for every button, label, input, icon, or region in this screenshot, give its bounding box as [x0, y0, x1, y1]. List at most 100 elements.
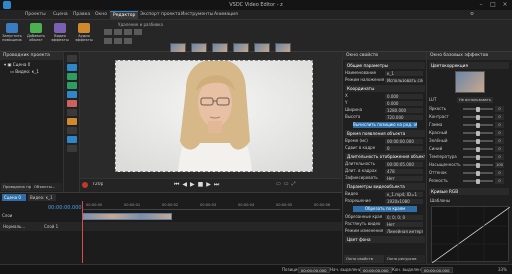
- zoom-icon[interactable]: [124, 38, 132, 44]
- mask-tool-icon[interactable]: [67, 127, 77, 134]
- video-frame[interactable]: [115, 60, 313, 172]
- section-duration[interactable]: Длительность отображения объекта: [345, 153, 425, 160]
- tab-resources-window[interactable]: Окно ресурсов: [385, 255, 425, 263]
- section-background[interactable]: Цвет фона: [345, 236, 425, 243]
- crop-icon[interactable]: [124, 29, 132, 35]
- prop-resize-mode-value[interactable]: Линейная интерполяция: [385, 228, 423, 234]
- minimize-icon[interactable]: –: [476, 1, 486, 9]
- blend-mode[interactable]: Нормаль...: [3, 224, 25, 229]
- video-tool-icon[interactable]: [67, 91, 77, 98]
- view-icons[interactable]: ▭▭⤢: [276, 181, 298, 187]
- subtitle-tool-icon[interactable]: [67, 136, 77, 143]
- layer-row[interactable]: Нормаль... Слой 1: [0, 222, 342, 231]
- tab-scene[interactable]: Сцена: [50, 11, 71, 19]
- video-effects-button[interactable]: Видео эффекты: [50, 23, 70, 43]
- tab-project-explorer[interactable]: Проводник пр...: [1, 183, 31, 191]
- prop-blend-value[interactable]: Использовать сло: [385, 77, 423, 83]
- prop-duration-frames-value[interactable]: 478: [385, 168, 423, 174]
- hue-slider[interactable]: [476, 170, 480, 176]
- audio-tool-icon[interactable]: [67, 100, 77, 107]
- temperature-value[interactable]: 0: [495, 154, 504, 160]
- section-video[interactable]: Параметры видеообъекта: [345, 183, 425, 190]
- effects-tool-icon[interactable]: [67, 145, 77, 152]
- image-tool-icon[interactable]: [67, 82, 77, 89]
- close-icon[interactable]: ×: [500, 1, 510, 9]
- tree-item-scene[interactable]: ▾ ▣ Сцена 0: [4, 62, 30, 67]
- prop-x-value[interactable]: 0.000: [385, 93, 423, 99]
- sharpness-value[interactable]: 0: [495, 178, 504, 184]
- maximize-icon[interactable]: □: [488, 1, 498, 9]
- prop-lock-value[interactable]: Нет: [385, 175, 423, 181]
- prop-duration-value[interactable]: 00:00:05.000: [385, 161, 423, 167]
- saturation-value[interactable]: 100: [495, 162, 504, 168]
- tab-objects[interactable]: Объекты...: [32, 183, 62, 191]
- prop-cropped-value[interactable]: 0; 0; 0; 0: [385, 214, 423, 220]
- section-color-correction[interactable]: Цветокоррекция: [429, 62, 509, 69]
- tree-item-video[interactable]: ▭ Видео: к_1: [10, 69, 39, 74]
- speed-icon[interactable]: [114, 38, 122, 44]
- prop-resolution-value[interactable]: 1920x1080: [385, 198, 423, 204]
- scissors-icon[interactable]: [104, 29, 112, 35]
- audio-effects-button[interactable]: Аудио эффекты: [74, 23, 94, 43]
- playhead[interactable]: [82, 201, 83, 263]
- split-icon[interactable]: [114, 29, 122, 35]
- shape-tool-icon[interactable]: [67, 73, 77, 80]
- rgb-curve-editor[interactable]: [431, 206, 511, 264]
- video-clip-strip[interactable]: [82, 213, 172, 220]
- section-general[interactable]: Общие параметры: [345, 62, 425, 69]
- wizard-button[interactable]: Запустить помощник: [2, 23, 22, 43]
- prop-frame-shift-value[interactable]: 0: [385, 145, 423, 151]
- tab-window[interactable]: Окно: [92, 11, 110, 19]
- pointer-tool-icon[interactable]: [67, 55, 77, 62]
- section-coords[interactable]: Координаты: [345, 85, 425, 92]
- text-tool-icon[interactable]: [67, 64, 77, 71]
- settings-gear-icon[interactable]: ⚙: [470, 12, 474, 17]
- record-icon[interactable]: [82, 182, 88, 188]
- tab-export[interactable]: Экспорт проекта: [137, 11, 183, 19]
- tab-projects[interactable]: Проекты: [22, 11, 49, 19]
- prop-width-value[interactable]: 1280.000: [385, 107, 423, 113]
- saturation-slider[interactable]: [476, 162, 480, 168]
- blue-slider[interactable]: [476, 146, 480, 152]
- timeline-tab-scene[interactable]: Сцена 0: [2, 194, 26, 201]
- gamma-value[interactable]: 0: [495, 122, 504, 128]
- sprite-tool-icon[interactable]: [67, 118, 77, 125]
- tab-animation[interactable]: Анимация: [211, 11, 241, 19]
- hue-value[interactable]: 0: [495, 170, 504, 176]
- tab-edit[interactable]: Правка: [70, 11, 93, 19]
- contrast-slider[interactable]: [476, 114, 480, 120]
- red-slider[interactable]: [476, 130, 480, 136]
- prop-stretch-value[interactable]: Нет: [385, 221, 423, 227]
- transport-buttons[interactable]: ⏮◀▶■▶⏭: [174, 181, 222, 189]
- prop-name-value[interactable]: к_1: [385, 70, 423, 76]
- green-slider[interactable]: [476, 138, 480, 144]
- green-value[interactable]: 0: [495, 138, 504, 144]
- section-rgb-curves[interactable]: Кривые RGB: [429, 188, 509, 195]
- tab-editor[interactable]: Редактор: [110, 11, 139, 19]
- section-time[interactable]: Время появления объекта: [345, 130, 425, 137]
- lut-select[interactable]: Не использовать: [457, 97, 493, 103]
- timeline-ruler[interactable]: 00:00:00 00:00:01 00:00:02 00:00:03 00:0…: [82, 203, 340, 210]
- tab-properties-window[interactable]: Окно свойств: [344, 255, 384, 263]
- add-object-button[interactable]: Добавить объект: [26, 23, 46, 43]
- contrast-value[interactable]: 0: [495, 114, 504, 120]
- chart-tool-icon[interactable]: [67, 109, 77, 116]
- red-value[interactable]: 0: [495, 130, 504, 136]
- crop-edges-button[interactable]: Обрезать по краям: [353, 206, 417, 212]
- blue-value[interactable]: 0: [495, 146, 504, 152]
- brightness-value[interactable]: 0: [495, 106, 504, 112]
- gamma-slider[interactable]: [476, 122, 480, 128]
- rotate-icon[interactable]: [134, 29, 142, 35]
- timeline-tab-video[interactable]: Видео: к_1: [28, 194, 56, 201]
- sharpness-slider[interactable]: [476, 178, 480, 184]
- zoom-level[interactable]: 33%: [498, 267, 507, 272]
- temperature-slider[interactable]: [476, 154, 480, 160]
- parent-position-button[interactable]: Вычислить позицию на род. объекте: [353, 122, 417, 128]
- prop-y-value[interactable]: 0.000: [385, 100, 423, 106]
- prop-time-value[interactable]: 00:00:00.000: [385, 138, 423, 144]
- flip-icon[interactable]: [104, 38, 112, 44]
- prop-video-value[interactable]: к_1.mp4; ID=1: [385, 191, 423, 197]
- quality-select[interactable]: 720p: [92, 182, 103, 187]
- prop-height-value[interactable]: 720.000: [385, 114, 423, 120]
- brightness-slider[interactable]: [476, 106, 480, 112]
